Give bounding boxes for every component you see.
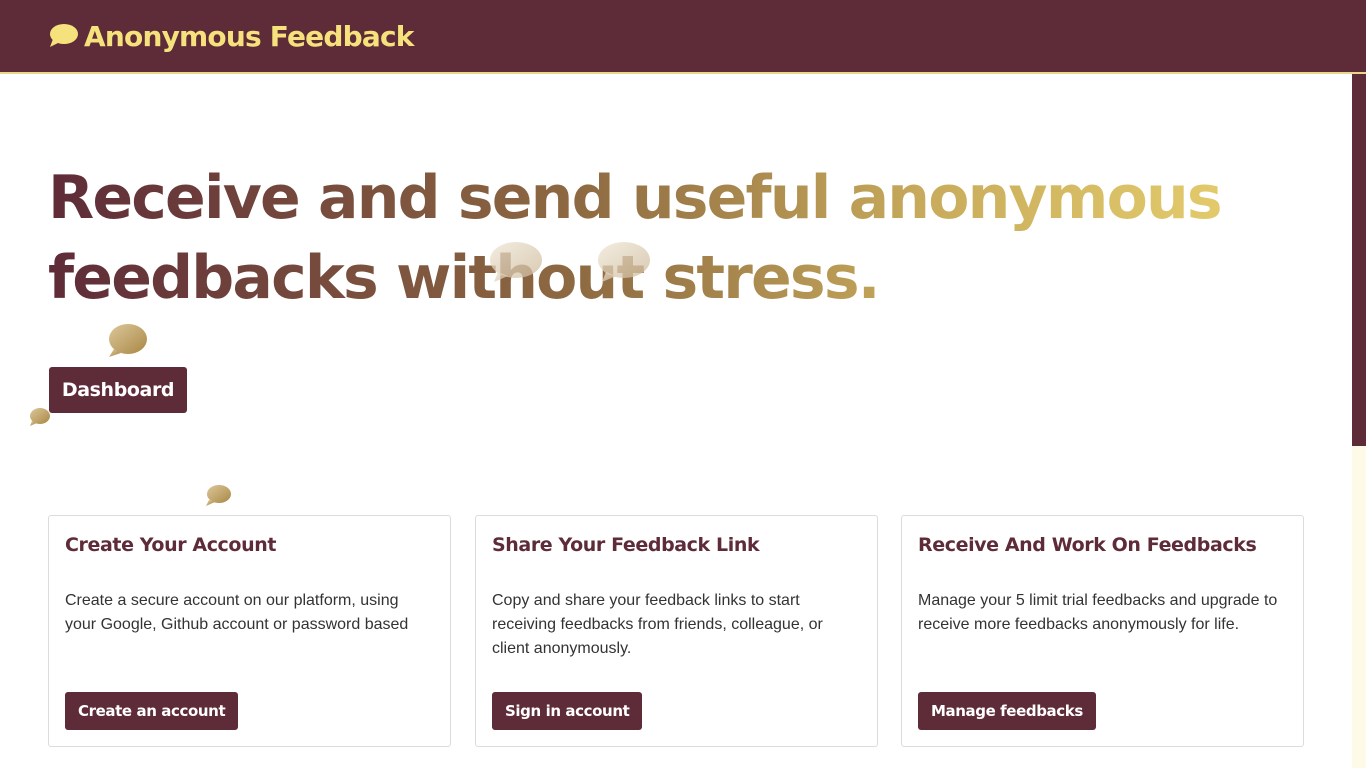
hero-title: Receive and send useful anonymous feedba… xyxy=(48,158,1228,318)
card-title: Receive And Work On Feedbacks xyxy=(918,534,1257,556)
floating-bubble-icon xyxy=(490,242,542,282)
speech-bubble-icon xyxy=(48,23,78,49)
floating-bubble-icon xyxy=(109,324,147,357)
hero-title-line-1: Receive and send useful anonymous xyxy=(48,163,1221,233)
card-title: Share Your Feedback Link xyxy=(492,534,760,556)
floating-bubble-icon xyxy=(598,242,650,282)
brand-logo-link[interactable]: Anonymous Feedback xyxy=(48,20,414,53)
navbar: Anonymous Feedback xyxy=(0,0,1366,74)
dashboard-button[interactable]: Dashboard xyxy=(49,367,187,413)
floating-bubble-icon xyxy=(206,485,231,506)
feature-card-share-link: Share Your Feedback Link Copy and share … xyxy=(475,515,878,747)
sign-in-button[interactable]: Sign in account xyxy=(492,692,643,730)
card-description: Copy and share your feedback links to st… xyxy=(492,592,823,657)
hero-title-line-2: feedbacks without stress. xyxy=(48,243,879,313)
card-description: Create a secure account on our platform,… xyxy=(65,592,409,633)
card-description: Manage your 5 limit trial feedbacks and … xyxy=(918,592,1278,633)
feature-card-receive-feedbacks: Receive And Work On Feedbacks Manage you… xyxy=(901,515,1304,747)
manage-feedbacks-button[interactable]: Manage feedbacks xyxy=(918,692,1096,730)
scrollbar-thumb[interactable] xyxy=(1352,74,1366,446)
create-account-button[interactable]: Create an account xyxy=(65,692,239,730)
floating-bubble-icon xyxy=(30,408,50,426)
card-title: Create Your Account xyxy=(65,534,277,556)
brand-title: Anonymous Feedback xyxy=(84,19,414,53)
feature-card-create-account: Create Your Account Create a secure acco… xyxy=(48,515,451,747)
